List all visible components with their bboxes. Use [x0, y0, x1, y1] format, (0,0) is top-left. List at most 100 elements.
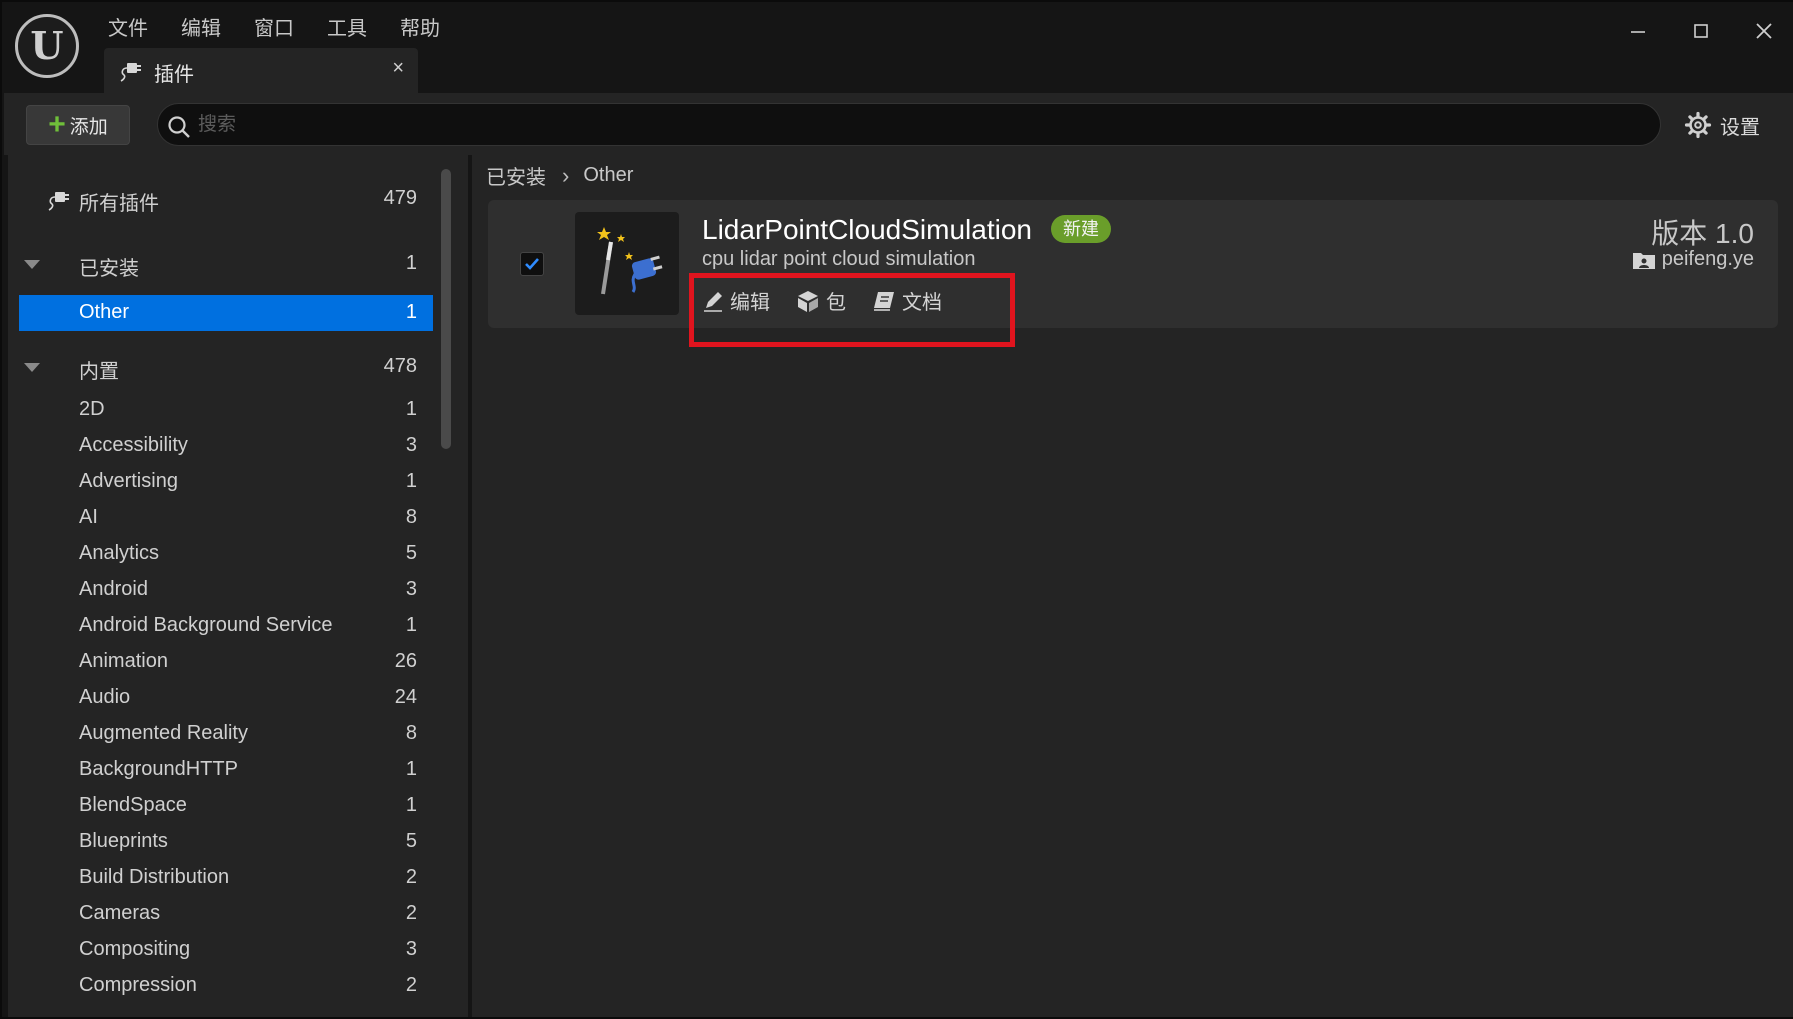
sidebar-item-label: Analytics	[79, 542, 160, 564]
unreal-logo-icon[interactable]: U	[15, 14, 79, 78]
window-controls	[1606, 2, 1793, 60]
maximize-button[interactable]	[1669, 2, 1732, 60]
sidebar-item-count: 5	[405, 542, 417, 564]
sidebar-item-count: 2	[405, 866, 417, 888]
sidebar-item-label: BlendSpace	[79, 794, 187, 816]
sidebar-category-item[interactable]: Augmented Reality 8	[8, 716, 433, 752]
plugin-enabled-checkbox[interactable]	[520, 252, 544, 276]
sidebar-item-count: 1	[405, 301, 417, 323]
plugin-version: 版本 1.0	[1651, 218, 1754, 249]
plugin-author[interactable]: peifeng.ye	[1632, 248, 1754, 271]
tab-plugins[interactable]: 插件 ×	[104, 48, 418, 93]
sidebar-scrollbar-thumb[interactable]	[441, 169, 451, 449]
sidebar-item-label: 2D	[79, 398, 105, 420]
sidebar-category-item[interactable]: Build Distribution 2	[8, 860, 433, 896]
breadcrumb: 已安装 › Other	[486, 161, 633, 190]
sidebar-category-item[interactable]: Android Background Service 1	[8, 608, 433, 644]
sidebar-category-item[interactable]: Cameras 2	[8, 896, 433, 932]
sidebar-item-count: 2	[405, 974, 417, 996]
tab-label: 插件	[154, 64, 194, 86]
expand-caret-icon[interactable]	[24, 363, 40, 372]
tab-close-button[interactable]: ×	[392, 57, 404, 80]
plugin-list-panel: 已安装 › Other LidarPointCloudSimulation 新建…	[472, 155, 1793, 1017]
sidebar-category-item[interactable]: Analytics 5	[8, 536, 433, 572]
sidebar-category-item[interactable]: 2D 1	[8, 392, 433, 428]
search-icon	[168, 116, 190, 138]
maximize-icon	[1693, 24, 1708, 38]
menu-window[interactable]: 窗口	[238, 10, 311, 45]
sidebar-category-item[interactable]: Audio 24	[8, 680, 433, 716]
sidebar-item-other[interactable]: Other 1	[19, 295, 433, 331]
sidebar-item-count: 2	[405, 902, 417, 924]
title-bar: U 文件 编辑 窗口 工具 帮助 插件 ×	[2, 2, 1793, 93]
sidebar-item-label: Other	[79, 301, 130, 323]
plug-icon	[120, 63, 141, 82]
sidebar-item-label: Android	[79, 578, 148, 600]
menu-bar: 文件 编辑 窗口 工具 帮助	[92, 10, 457, 45]
chevron-right-icon: ›	[562, 162, 570, 188]
plugin-description: cpu lidar point cloud simulation	[702, 248, 976, 270]
menu-help[interactable]: 帮助	[384, 10, 457, 45]
sidebar-item-label: 内置	[79, 361, 119, 383]
sidebar-item-installed[interactable]: 已安装 1	[8, 246, 433, 282]
magic-wand-plug-icon	[597, 227, 663, 295]
author-folder-icon	[1632, 252, 1655, 269]
sidebar-category-item[interactable]: BlendSpace 1	[8, 788, 433, 824]
sidebar-item-count: 3	[405, 434, 417, 456]
sidebar-category-item[interactable]: Advertising 1	[8, 464, 433, 500]
close-window-button[interactable]	[1732, 2, 1793, 60]
sidebar-item-count: 1	[405, 252, 417, 274]
sidebar-item-count: 1	[405, 614, 417, 636]
add-button-label: 添加	[69, 116, 108, 138]
sidebar-category-item[interactable]: Compression 2	[8, 968, 433, 1004]
sidebar-item-count: 3	[405, 578, 417, 600]
plugin-name: LidarPointCloudSimulation	[702, 214, 1032, 245]
sidebar-category-item[interactable]: Accessibility 3	[8, 428, 433, 464]
sidebar-item-label: Advertising	[79, 470, 178, 492]
sidebar-item-label: Build Distribution	[79, 866, 230, 888]
sidebar-category-item[interactable]: Android 3	[8, 572, 433, 608]
add-plugin-button[interactable]: + 添加	[26, 105, 130, 145]
plugin-thumbnail	[575, 212, 679, 315]
toolbar: + 添加 设置	[4, 93, 1793, 155]
breadcrumb-other[interactable]: Other	[583, 164, 633, 187]
sidebar-item-all-plugins[interactable]: 所有插件 479	[8, 181, 433, 217]
menu-edit[interactable]: 编辑	[165, 10, 238, 45]
plugin-card[interactable]: LidarPointCloudSimulation 新建 cpu lidar p…	[488, 200, 1778, 328]
search-input[interactable]	[198, 109, 1638, 141]
menu-file[interactable]: 文件	[92, 10, 165, 45]
menu-tools[interactable]: 工具	[311, 10, 384, 45]
settings-button[interactable]: 设置	[1684, 105, 1760, 145]
gear-icon	[1684, 111, 1712, 139]
new-badge: 新建	[1051, 215, 1111, 243]
plug-icon	[48, 192, 69, 211]
sidebar-item-label: Augmented Reality	[79, 722, 248, 744]
plugins-window: U 文件 编辑 窗口 工具 帮助 插件 × + 添加 搜索 设置 所有插件 47…	[0, 0, 1793, 1019]
sidebar-category-item[interactable]: BackgroundHTTP 1	[8, 752, 433, 788]
sidebar-item-label: Accessibility	[79, 434, 188, 456]
checkmark-icon	[525, 258, 539, 270]
minimize-button[interactable]	[1606, 2, 1669, 60]
sidebar-item-label: Audio	[79, 686, 131, 708]
breadcrumb-installed[interactable]: 已安装	[486, 161, 546, 190]
sidebar-item-label: Cameras	[79, 902, 161, 924]
sidebar-item-label: Blueprints	[79, 830, 168, 852]
sidebar-category-item[interactable]: Blueprints 5	[8, 824, 433, 860]
sidebar-category-item[interactable]: Compositing 3	[8, 932, 433, 968]
sidebar-item-label: BackgroundHTTP	[79, 758, 238, 780]
expand-caret-icon[interactable]	[24, 260, 40, 269]
sidebar-category-item[interactable]: Animation 26	[8, 644, 433, 680]
sidebar-item-count: 1	[405, 794, 417, 816]
sidebar-item-label: Android Background Service	[79, 614, 333, 636]
sidebar-item-count: 5	[405, 830, 417, 852]
plus-icon: +	[48, 108, 66, 141]
sidebar-item-count: 24	[394, 686, 417, 708]
author-label: peifeng.ye	[1661, 248, 1754, 270]
highlight-annotation-box	[689, 273, 1015, 347]
sidebar-item-label: 所有插件	[79, 193, 159, 215]
sidebar-category-item[interactable]: AI 8	[8, 500, 433, 536]
sidebar-item-builtin[interactable]: 内置 478	[8, 349, 433, 385]
sidebar-item-count: 1	[405, 758, 417, 780]
sidebar-item-count: 478	[383, 355, 417, 377]
search-box[interactable]	[157, 103, 1661, 146]
